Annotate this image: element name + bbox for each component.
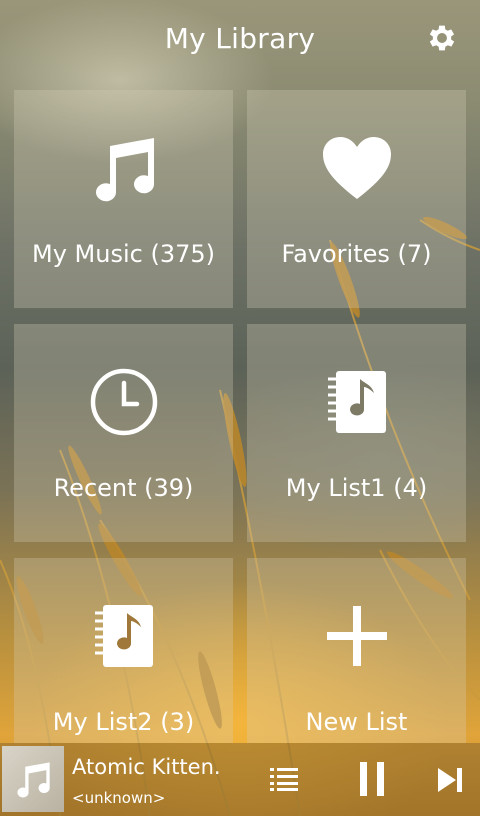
tile-my-list1[interactable]: My List1 (4): [247, 324, 466, 542]
mini-player[interactable]: Atomic Kitten. <unknown>: [0, 743, 480, 816]
tile-recent[interactable]: Recent (39): [14, 324, 233, 542]
tile-my-list2[interactable]: My List2 (3): [14, 558, 233, 743]
skip-next-icon: [438, 768, 462, 792]
pause-button[interactable]: [352, 757, 392, 801]
music-note-icon: [17, 762, 50, 798]
app-bar: My Library: [0, 0, 480, 76]
queue-list-icon: [270, 768, 298, 791]
tile-my-music[interactable]: My Music (375): [14, 90, 233, 308]
gear-icon: [429, 25, 455, 51]
tile-new-list[interactable]: New List: [247, 558, 466, 743]
music-note-icon: [84, 128, 164, 208]
next-button[interactable]: [432, 763, 468, 797]
tile-label: My Music (375): [32, 240, 215, 268]
page-title: My Library: [164, 21, 316, 55]
now-playing-title: Atomic Kitten.: [72, 755, 221, 779]
plus-icon: [317, 596, 397, 676]
queue-button[interactable]: [268, 763, 300, 795]
now-playing-artist: <unknown>: [72, 789, 166, 807]
heart-icon: [317, 128, 397, 208]
settings-button[interactable]: [424, 20, 460, 56]
tile-label: My List2 (3): [52, 708, 195, 736]
playlist-notebook-icon: [84, 596, 164, 676]
tile-label: New List: [305, 708, 408, 736]
tile-label: Favorites (7): [281, 240, 432, 268]
playlist-notebook-icon: [317, 362, 397, 442]
album-art[interactable]: [2, 746, 64, 812]
tile-label: My List1 (4): [285, 474, 428, 502]
clock-icon: [84, 362, 164, 442]
pause-icon: [360, 762, 384, 796]
tile-favorites[interactable]: Favorites (7): [247, 90, 466, 308]
tile-label: Recent (39): [53, 474, 194, 502]
